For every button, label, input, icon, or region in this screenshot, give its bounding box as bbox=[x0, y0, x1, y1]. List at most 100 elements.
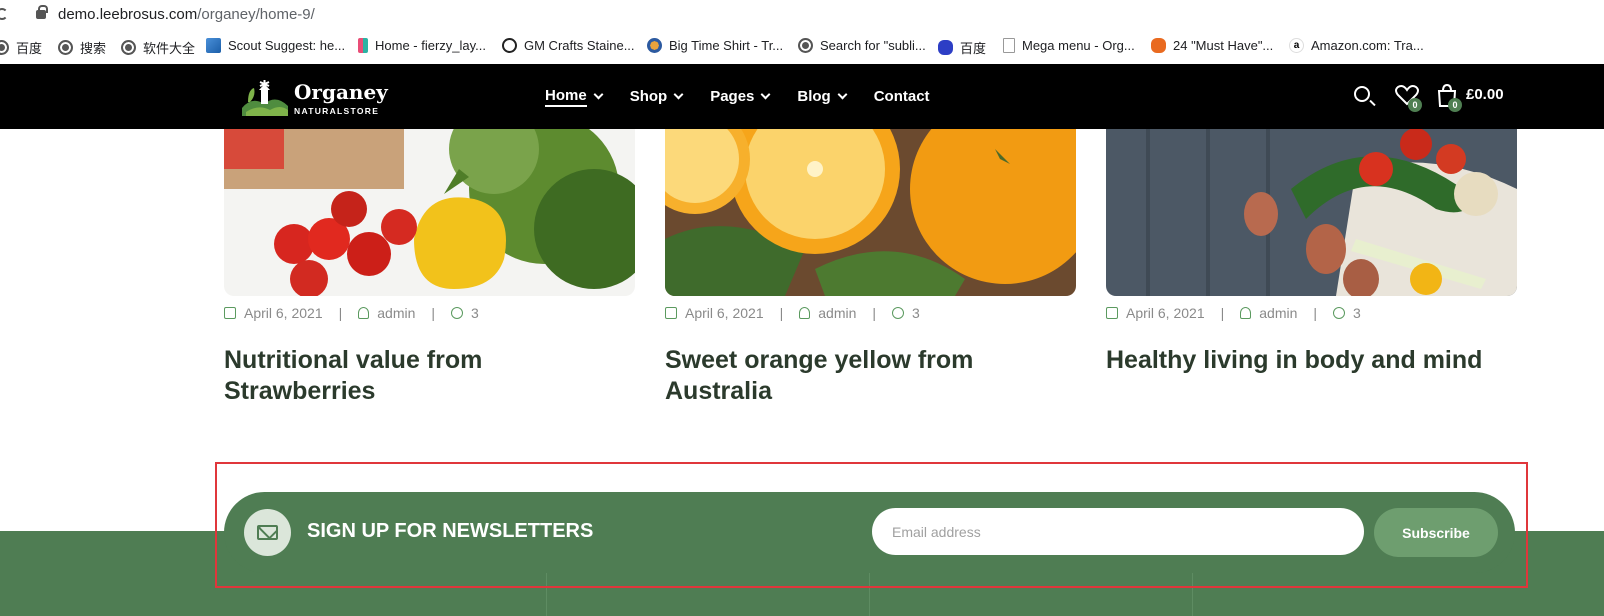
post-meta: April 6, 2021 | admin | 3 bbox=[224, 305, 479, 321]
bookmark-label: 百度 bbox=[16, 41, 43, 56]
post-image-art bbox=[224, 129, 635, 296]
logo-name: Organey bbox=[294, 80, 388, 104]
post-comments[interactable]: 3 bbox=[912, 305, 920, 321]
gm-icon bbox=[502, 38, 517, 53]
nav-item-home[interactable]: Home bbox=[545, 87, 604, 107]
logo-tagline: NATURALSTORE bbox=[294, 106, 380, 116]
nav-label: Contact bbox=[873, 88, 930, 105]
chart-icon bbox=[206, 38, 221, 53]
post-image-art bbox=[1106, 129, 1517, 296]
post-title[interactable]: Healthy living in body and mind bbox=[1106, 345, 1517, 376]
chevron-down-icon bbox=[760, 89, 771, 100]
paw-icon bbox=[938, 40, 953, 55]
blog-card: April 6, 2021 | admin | 3 Nutritional va… bbox=[224, 129, 635, 405]
bookmarks-bar: 百度 搜索 软件大全 Scout Suggest: he... Home - f… bbox=[0, 30, 1604, 64]
globe-icon bbox=[798, 38, 813, 53]
chevron-down-icon bbox=[837, 89, 848, 100]
nav-item-shop[interactable]: Shop bbox=[629, 88, 684, 105]
highlight-outline bbox=[215, 462, 1528, 588]
meta-separator: | bbox=[431, 305, 436, 321]
chevron-down-icon bbox=[673, 89, 684, 100]
blog-card: April 6, 2021 | admin | 3 Healthy living… bbox=[1106, 129, 1517, 374]
site-header: Organey NATURALSTORE Home Shop Pages Blo… bbox=[0, 64, 1604, 129]
doc-icon bbox=[1003, 38, 1015, 53]
bookmark-item[interactable]: 搜索 bbox=[58, 38, 106, 57]
amazon-icon: a bbox=[1289, 38, 1304, 53]
calendar-icon bbox=[665, 307, 677, 319]
nav-label: Shop bbox=[629, 88, 668, 105]
globe-icon bbox=[0, 40, 9, 55]
chevron-down-icon bbox=[593, 89, 604, 100]
user-icon bbox=[799, 307, 811, 319]
url-path: /organey/home-9/ bbox=[197, 6, 315, 23]
bookmark-item[interactable]: GM Crafts Staine... bbox=[502, 38, 635, 53]
post-image-art bbox=[665, 129, 1076, 296]
user-icon bbox=[358, 307, 370, 319]
bookmark-item[interactable]: 百度 bbox=[938, 38, 986, 57]
bookmark-label: Amazon.com: Tra... bbox=[1311, 38, 1424, 53]
main-nav: Home Shop Pages Blog Contact bbox=[545, 64, 958, 129]
post-date[interactable]: April 6, 2021 bbox=[1126, 305, 1205, 321]
post-meta: April 6, 2021 | admin | 3 bbox=[665, 305, 920, 321]
cart-count-badge: 0 bbox=[1448, 98, 1462, 112]
wishlist-count-badge: 0 bbox=[1408, 98, 1422, 112]
post-image-produce-bag[interactable] bbox=[1106, 129, 1517, 296]
search-icon[interactable] bbox=[1354, 86, 1370, 102]
bookmark-label: Scout Suggest: he... bbox=[228, 38, 346, 53]
post-title[interactable]: Nutritional value from Strawberries bbox=[224, 345, 635, 407]
nav-item-pages[interactable]: Pages bbox=[710, 88, 771, 105]
logo-mark-icon bbox=[242, 80, 288, 116]
post-comments[interactable]: 3 bbox=[471, 305, 479, 321]
bookmark-item[interactable]: 百度 bbox=[0, 38, 42, 57]
bookmark-item[interactable]: 软件大全 bbox=[121, 38, 195, 57]
meta-separator: | bbox=[1313, 305, 1318, 321]
blog-card: April 6, 2021 | admin | 3 Sweet orange y… bbox=[665, 129, 1076, 405]
bookmark-item[interactable]: Big Time Shirt - Tr... bbox=[647, 38, 783, 53]
post-author[interactable]: admin bbox=[818, 305, 856, 321]
bookmark-item[interactable]: Scout Suggest: he... bbox=[206, 38, 345, 53]
bookmark-item[interactable]: Search for "subli... bbox=[798, 38, 926, 53]
post-author[interactable]: admin bbox=[377, 305, 415, 321]
browser-address-bar[interactable]: demo.leebrosus.com/organey/home-9/ bbox=[0, 0, 1604, 30]
nav-item-blog[interactable]: Blog bbox=[797, 88, 848, 105]
nav-item-contact[interactable]: Contact bbox=[874, 88, 930, 105]
meta-separator: | bbox=[1220, 305, 1225, 321]
calendar-icon bbox=[1106, 307, 1118, 319]
bookmark-item[interactable]: Mega menu - Org... bbox=[1003, 38, 1135, 53]
nav-label: Home bbox=[545, 87, 587, 107]
bookmark-label: Big Time Shirt - Tr... bbox=[669, 38, 784, 53]
post-author[interactable]: admin bbox=[1259, 305, 1297, 321]
comment-icon bbox=[451, 307, 464, 319]
logo[interactable]: Organey NATURALSTORE bbox=[240, 76, 390, 120]
page: demo.leebrosus.com/organey/home-9/ 百度 搜索… bbox=[0, 0, 1604, 616]
meta-separator: | bbox=[872, 305, 877, 321]
bookmark-item[interactable]: 24 "Must Have"... bbox=[1151, 38, 1273, 53]
calendar-icon bbox=[224, 307, 236, 319]
url-text[interactable]: demo.leebrosus.com/organey/home-9/ bbox=[58, 6, 315, 23]
nav-label: Pages bbox=[710, 88, 755, 105]
reload-icon[interactable] bbox=[0, 8, 8, 20]
globe-icon bbox=[58, 40, 73, 55]
tshirt-icon bbox=[647, 38, 662, 53]
h-icon bbox=[358, 38, 368, 53]
bookmark-label: 24 "Must Have"... bbox=[1173, 38, 1274, 53]
post-title[interactable]: Sweet orange yellow from Australia bbox=[665, 345, 1076, 407]
comment-icon bbox=[1333, 307, 1346, 319]
bookmark-item[interactable]: Home - fierzy_lay... bbox=[358, 38, 486, 53]
post-image-vegetables[interactable] bbox=[224, 129, 635, 296]
lock-icon[interactable] bbox=[36, 5, 48, 19]
bookmark-label: Home - fierzy_lay... bbox=[375, 38, 487, 53]
post-date[interactable]: April 6, 2021 bbox=[685, 305, 764, 321]
meta-separator: | bbox=[338, 305, 343, 321]
url-host: demo.leebrosus.com bbox=[58, 6, 198, 23]
nav-label: Blog bbox=[797, 88, 831, 105]
post-image-oranges[interactable] bbox=[665, 129, 1076, 296]
meta-separator: | bbox=[779, 305, 784, 321]
comment-icon bbox=[892, 307, 905, 319]
bookmark-item[interactable]: a Amazon.com: Tra... bbox=[1289, 38, 1424, 53]
post-comments[interactable]: 3 bbox=[1353, 305, 1361, 321]
bookmark-label: Mega menu - Org... bbox=[1022, 38, 1135, 53]
bookmark-label: GM Crafts Staine... bbox=[524, 38, 635, 53]
cart-total[interactable]: £0.00 bbox=[1466, 86, 1504, 103]
post-date[interactable]: April 6, 2021 bbox=[244, 305, 323, 321]
